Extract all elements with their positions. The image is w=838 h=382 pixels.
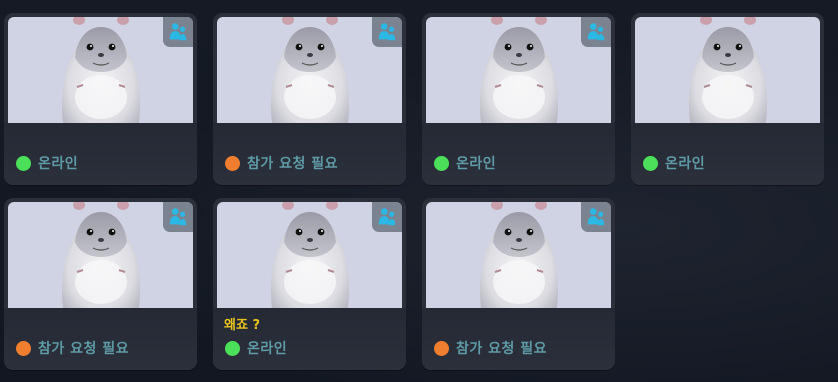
player-card[interactable]: 온라인 <box>631 13 824 185</box>
avatar-thumbnail <box>635 17 820 123</box>
people-icon <box>581 17 611 47</box>
hamster-avatar-icon <box>262 202 358 308</box>
people-icon <box>163 17 193 47</box>
status-online-dot <box>643 155 658 171</box>
status-label: 온라인 <box>247 341 288 357</box>
hamster-avatar-icon <box>680 17 776 123</box>
status-pending-dot <box>434 340 449 356</box>
status-row: 참가 요청 필요 <box>16 338 129 358</box>
player-card[interactable]: 참가 요청 필요 <box>422 198 615 370</box>
hamster-avatar-icon <box>53 202 149 308</box>
people-icon <box>372 202 402 232</box>
player-grid: 온라인 참가 요청 필요 온라인 온라인 참가 요청 필요 왜죠 ? 온라인 참… <box>4 13 824 370</box>
hamster-avatar-icon <box>471 17 567 123</box>
player-card[interactable]: 참가 요청 필요 <box>4 198 197 370</box>
status-label: 참가 요청 필요 <box>247 156 339 172</box>
status-pending-dot <box>16 340 31 356</box>
hamster-avatar-icon <box>53 17 149 123</box>
status-pending-dot <box>225 155 240 171</box>
people-icon <box>163 202 193 232</box>
player-note: 왜죠 ? <box>224 318 260 333</box>
player-card[interactable]: 왜죠 ? 온라인 <box>213 198 406 370</box>
player-card[interactable]: 참가 요청 필요 <box>213 13 406 185</box>
status-online-dot <box>16 155 31 171</box>
people-icon <box>581 202 611 232</box>
status-label: 참가 요청 필요 <box>456 341 548 357</box>
status-row: 참가 요청 필요 <box>434 338 547 358</box>
people-icon <box>372 17 402 47</box>
hamster-avatar-icon <box>262 17 358 123</box>
status-label: 온라인 <box>456 156 497 172</box>
status-online-dot <box>434 155 449 171</box>
player-card[interactable]: 온라인 <box>4 13 197 185</box>
player-card[interactable]: 온라인 <box>422 13 615 185</box>
status-row: 온라인 <box>434 153 496 173</box>
status-row: 온라인 <box>643 153 705 173</box>
status-label: 온라인 <box>38 156 79 172</box>
hamster-avatar-icon <box>471 202 567 308</box>
status-label: 온라인 <box>665 156 706 172</box>
status-row: 온라인 <box>16 153 78 173</box>
status-label: 참가 요청 필요 <box>38 341 130 357</box>
status-online-dot <box>225 340 240 356</box>
status-row: 참가 요청 필요 <box>225 153 338 173</box>
status-row: 온라인 <box>225 338 287 358</box>
